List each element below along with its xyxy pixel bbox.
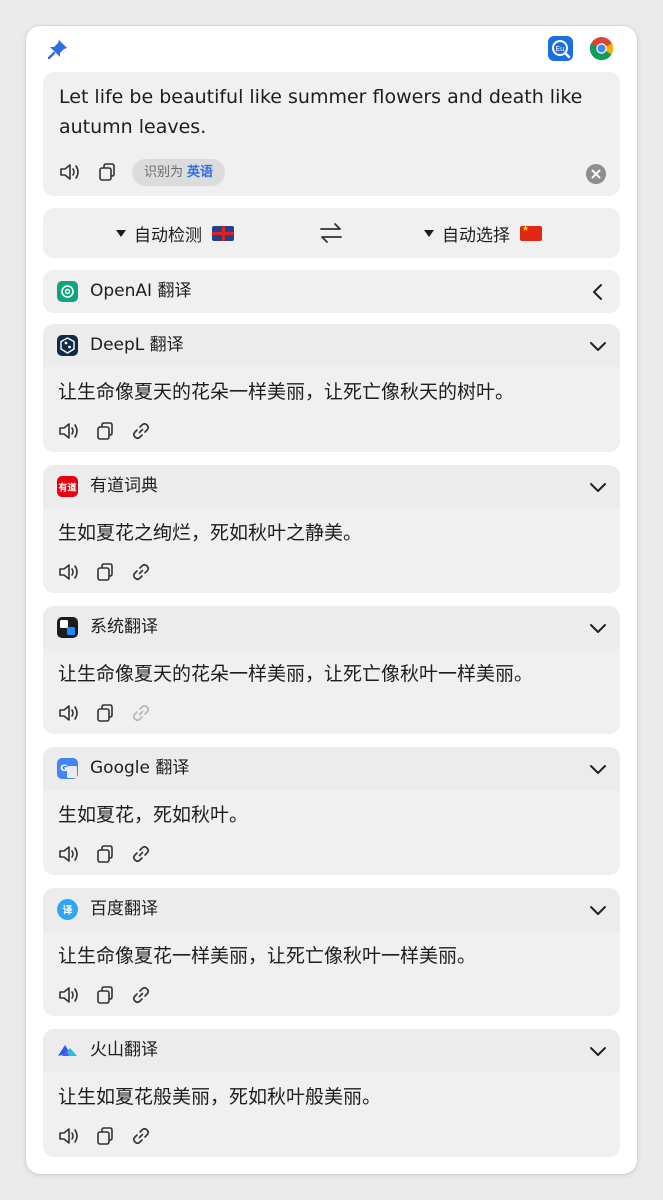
link-icon[interactable] <box>129 842 153 866</box>
language-bar: 自动检测 自动选择 <box>43 208 620 258</box>
speaker-icon[interactable] <box>57 560 81 584</box>
source-text[interactable]: Let life be beautiful like summer flower… <box>59 82 607 142</box>
service-name: 系统翻译 <box>90 617 158 637</box>
result-toolbar <box>57 983 165 1007</box>
service-header[interactable]: DeepL 翻译 <box>43 324 620 367</box>
caret-down-icon <box>424 229 434 237</box>
service-card-youdao: 有道 有道词典 生如夏花之绚烂，死如秋叶之静美。 <box>43 465 620 593</box>
uk-flag-icon <box>212 225 234 241</box>
link-icon[interactable] <box>129 560 153 584</box>
pin-icon[interactable] <box>47 38 69 60</box>
apple-translate-icon <box>57 617 78 638</box>
service-header[interactable]: 系统翻译 <box>43 606 620 649</box>
copy-icon[interactable] <box>93 1124 117 1148</box>
speaker-icon[interactable] <box>57 1124 81 1148</box>
service-header[interactable]: G Google 翻译 <box>43 747 620 790</box>
speaker-icon[interactable] <box>57 983 81 1007</box>
chrome-icon[interactable] <box>589 36 614 61</box>
chevron-down-icon[interactable] <box>589 760 607 778</box>
copy-icon[interactable] <box>95 160 119 184</box>
link-icon[interactable] <box>129 1124 153 1148</box>
chevron-down-icon[interactable] <box>589 1042 607 1060</box>
link-icon[interactable] <box>129 983 153 1007</box>
service-card-deepl: DeepL 翻译 让生命像夏天的花朵一样美丽，让死亡像秋天的树叶。 <box>43 324 620 452</box>
top-bar: Eu <box>26 26 637 72</box>
eudic-app-icon[interactable]: Eu <box>548 36 573 61</box>
target-language-label: 自动选择 <box>442 225 510 246</box>
chevron-left-icon[interactable] <box>589 283 607 301</box>
volcano-translate-icon <box>57 1040 78 1061</box>
service-name: DeepL 翻译 <box>90 335 184 355</box>
copy-icon[interactable] <box>93 701 117 725</box>
copy-icon[interactable] <box>93 560 117 584</box>
speaker-icon[interactable] <box>57 701 81 725</box>
translation-text[interactable]: 生如夏花，死如秋叶。 <box>58 800 248 830</box>
translation-text[interactable]: 让生如夏花般美丽，死如秋叶般美丽。 <box>58 1082 381 1112</box>
service-result: 让生命像夏天的花朵一样美丽，让死亡像秋叶一样美丽。 <box>43 649 620 734</box>
deepl-icon <box>57 335 78 356</box>
service-name: 有道词典 <box>90 476 158 496</box>
translation-text[interactable]: 让生命像夏天的花朵一样美丽，让死亡像秋天的树叶。 <box>58 377 514 407</box>
swap-languages-icon[interactable] <box>319 222 343 244</box>
result-toolbar <box>57 1124 165 1148</box>
target-language-select[interactable]: 自动选择 <box>424 208 542 258</box>
result-toolbar <box>57 419 165 443</box>
translation-text[interactable]: 让生命像夏天的花朵一样美丽，让死亡像秋叶一样美丽。 <box>58 659 533 689</box>
chevron-down-icon[interactable] <box>589 901 607 919</box>
result-toolbar <box>57 842 165 866</box>
result-toolbar <box>57 701 165 725</box>
speaker-icon[interactable] <box>57 419 81 443</box>
service-result: 让生命像夏天的花朵一样美丽，让死亡像秋天的树叶。 <box>43 367 620 452</box>
source-language-select[interactable]: 自动检测 <box>116 208 234 258</box>
link-icon-disabled <box>129 701 153 725</box>
service-name: 百度翻译 <box>90 899 158 919</box>
service-card-google: G Google 翻译 生如夏花，死如秋叶。 <box>43 747 620 875</box>
baidu-translate-icon: 译 <box>57 899 78 920</box>
service-result: 生如夏花，死如秋叶。 <box>43 790 620 875</box>
app-window: Eu Let life be beautiful like summer flo… <box>26 26 637 1174</box>
copy-icon[interactable] <box>93 842 117 866</box>
service-header[interactable]: OpenAI 翻译 <box>43 270 620 313</box>
service-result: 生如夏花之绚烂，死如秋叶之静美。 <box>43 508 620 593</box>
service-header[interactable]: 译 百度翻译 <box>43 888 620 931</box>
youdao-icon-text: 有道 <box>58 482 76 494</box>
service-card-baidu: 译 百度翻译 让生命像夏花一样美丽，让死亡像秋叶一样美丽。 <box>43 888 620 1016</box>
service-card-volcano: 火山翻译 让生如夏花般美丽，死如秋叶般美丽。 <box>43 1029 620 1157</box>
translation-text[interactable]: 让生命像夏花一样美丽，让死亡像秋叶一样美丽。 <box>58 941 476 971</box>
svg-text:G: G <box>60 764 67 774</box>
service-name: Google 翻译 <box>90 758 190 778</box>
service-card-system: 系统翻译 让生命像夏天的花朵一样美丽，让死亡像秋叶一样美丽。 <box>43 606 620 734</box>
chevron-down-icon[interactable] <box>589 337 607 355</box>
detected-language-chip[interactable]: 识别为 英语 <box>132 158 226 186</box>
input-toolbar: 识别为 英语 <box>58 158 226 186</box>
youdao-icon: 有道 <box>57 476 78 497</box>
china-flag-icon <box>520 225 542 241</box>
caret-down-icon <box>116 229 126 237</box>
detected-language: 英语 <box>187 164 214 180</box>
service-header[interactable]: 火山翻译 <box>43 1029 620 1072</box>
svg-text:Eu: Eu <box>556 45 565 53</box>
input-panel[interactable]: Let life be beautiful like summer flower… <box>43 72 620 196</box>
service-name: OpenAI 翻译 <box>90 281 192 301</box>
service-header[interactable]: 有道 有道词典 <box>43 465 620 508</box>
service-result: 让生命像夏花一样美丽，让死亡像秋叶一样美丽。 <box>43 931 620 1016</box>
result-toolbar <box>57 560 165 584</box>
detect-prefix: 识别为 <box>144 164 184 180</box>
baidu-icon-text: 译 <box>63 904 74 917</box>
copy-icon[interactable] <box>93 419 117 443</box>
service-name: 火山翻译 <box>90 1040 158 1060</box>
chevron-down-icon[interactable] <box>589 478 607 496</box>
copy-icon[interactable] <box>93 983 117 1007</box>
service-card-openai: OpenAI 翻译 <box>43 270 620 313</box>
clear-input-button[interactable] <box>586 164 606 184</box>
source-language-label: 自动检测 <box>134 225 202 246</box>
openai-icon <box>57 281 78 302</box>
service-result: 让生如夏花般美丽，死如秋叶般美丽。 <box>43 1072 620 1157</box>
google-translate-icon: G <box>57 758 78 779</box>
translation-text[interactable]: 生如夏花之绚烂，死如秋叶之静美。 <box>58 518 362 548</box>
speaker-icon[interactable] <box>58 160 82 184</box>
chevron-down-icon[interactable] <box>589 619 607 637</box>
speaker-icon[interactable] <box>57 842 81 866</box>
link-icon[interactable] <box>129 419 153 443</box>
